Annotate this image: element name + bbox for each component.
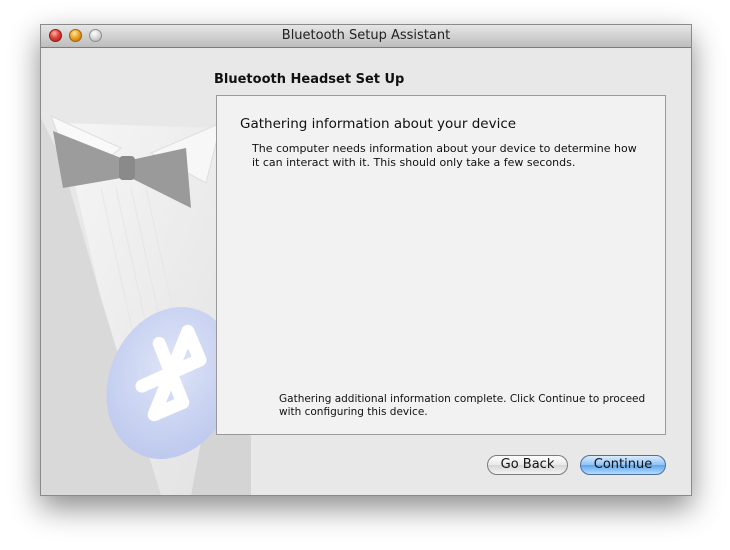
page-heading: Bluetooth Headset Set Up [214, 72, 405, 87]
window-title: Bluetooth Setup Assistant [281, 28, 451, 43]
continue-button[interactable]: Continue [580, 455, 666, 475]
panel-description: The computer needs information about you… [252, 142, 637, 169]
setup-assistant-window: Bluetooth Setup Assistant Bluetooth Head… [40, 24, 692, 496]
status-message: Gathering additional information complet… [279, 393, 646, 418]
go-back-button[interactable]: Go Back [487, 455, 568, 475]
title-bar[interactable]: Bluetooth Setup Assistant [41, 25, 691, 48]
info-panel: Gathering information about your device … [216, 95, 666, 435]
panel-title: Gathering information about your device [240, 116, 517, 132]
